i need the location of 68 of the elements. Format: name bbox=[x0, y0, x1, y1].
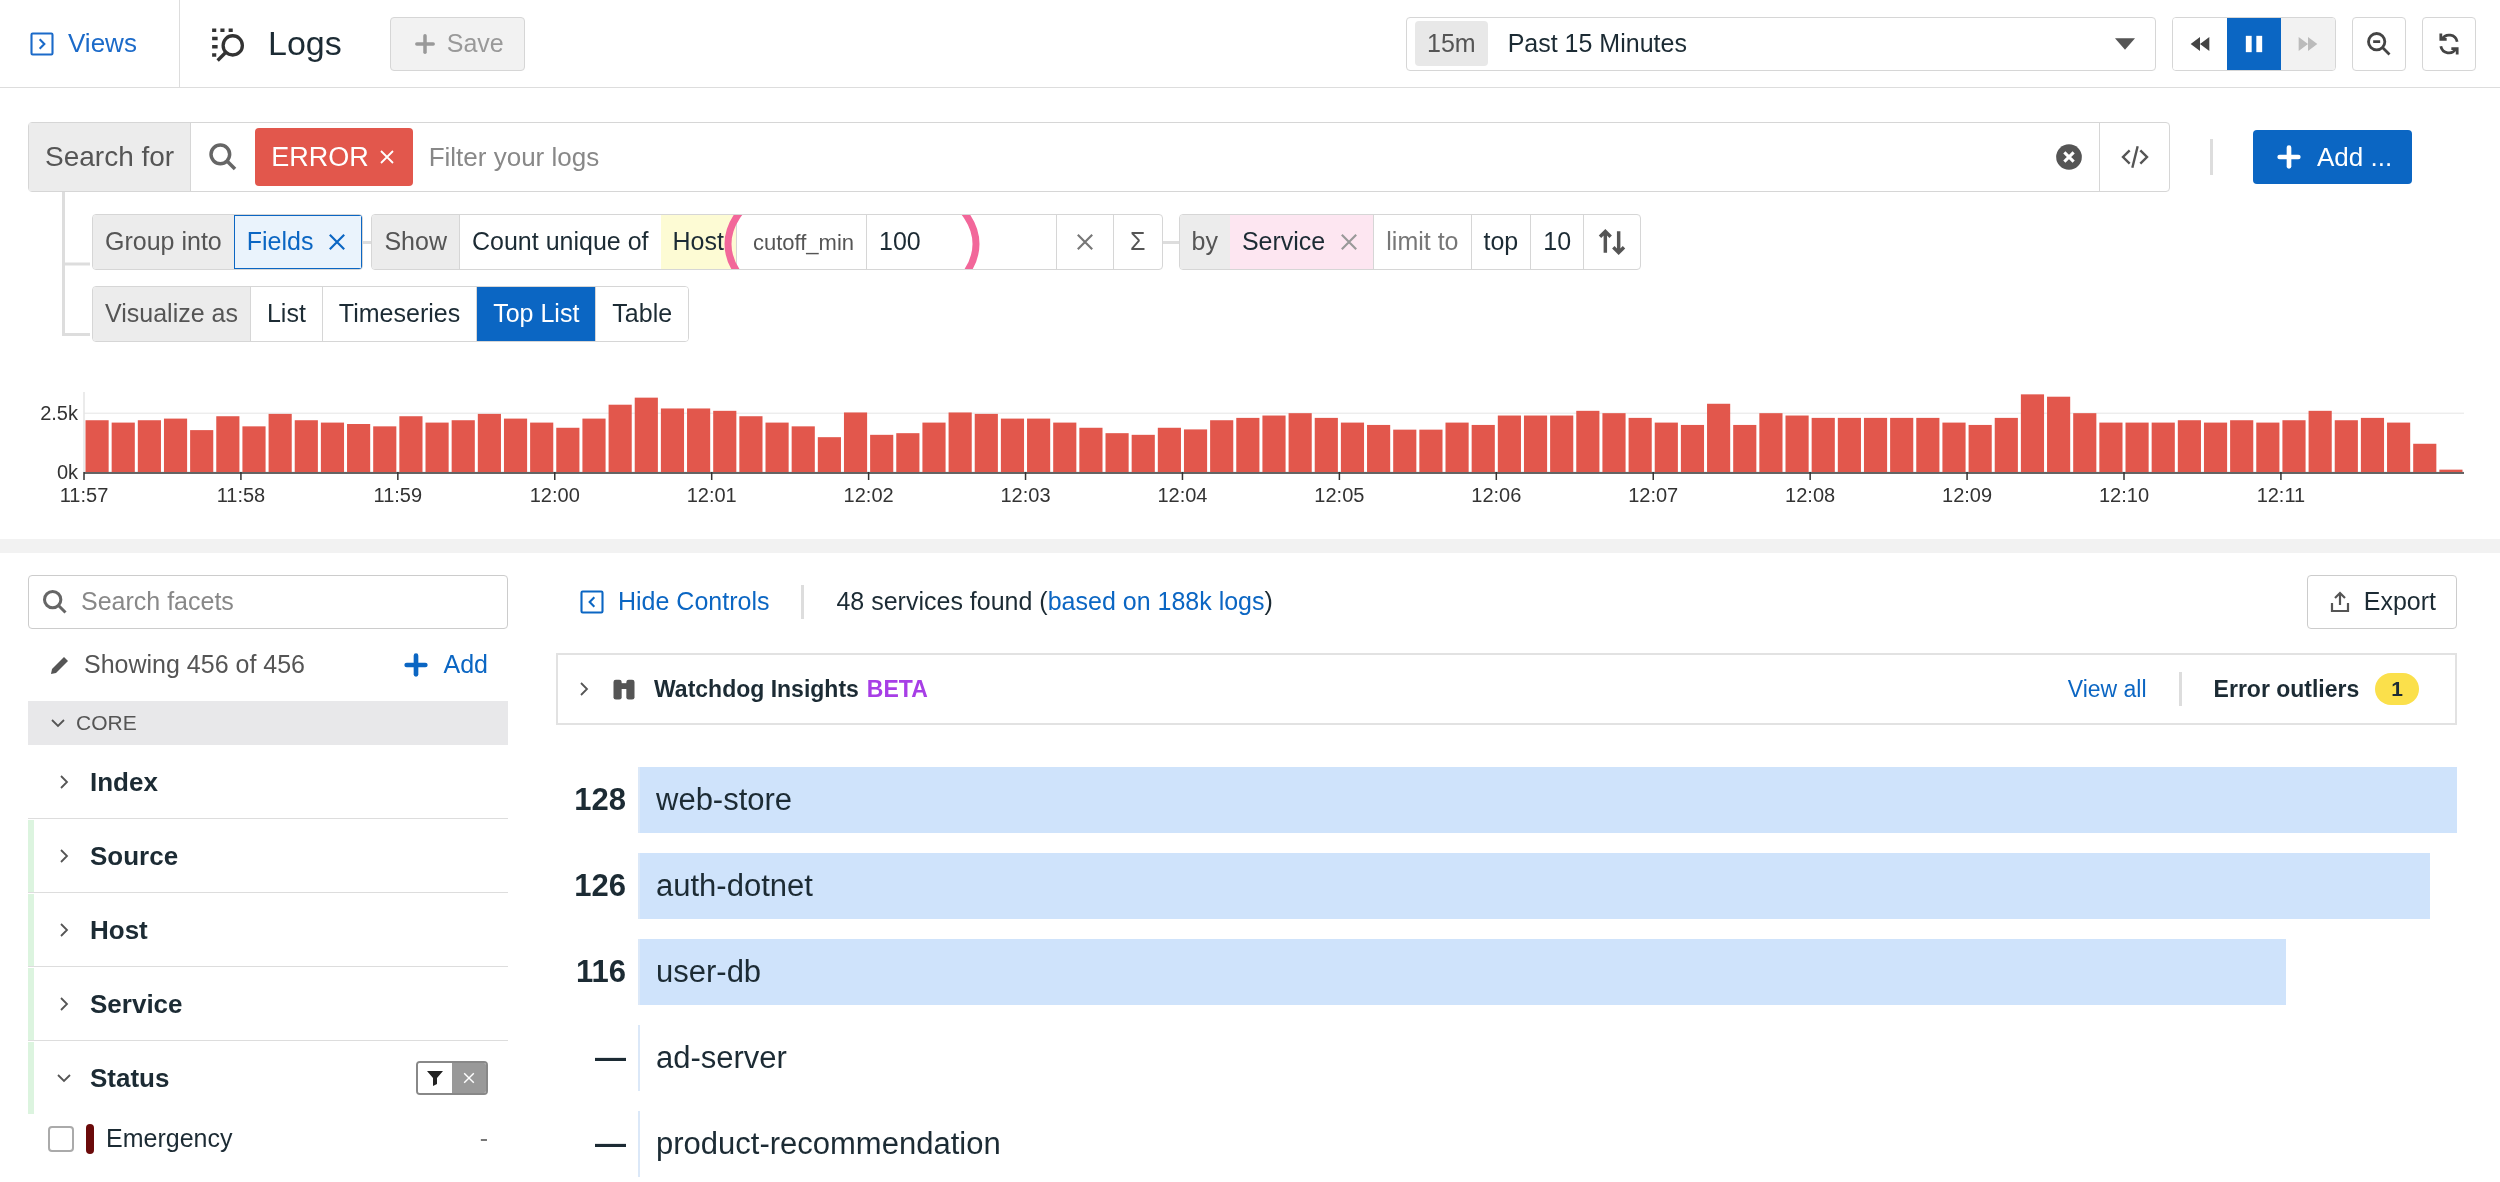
x-axis-label: 12:07 bbox=[1628, 484, 1679, 506]
group-field-tag[interactable]: Fields bbox=[233, 215, 363, 269]
watchdog-panel[interactable]: Watchdog Insights BETA View all Error outliers 1 bbox=[556, 653, 2457, 725]
x-axis-label: 12:01 bbox=[686, 484, 737, 506]
outliers-count-badge: 1 bbox=[2375, 673, 2419, 705]
x-axis-label: 12:11 bbox=[2256, 484, 2306, 506]
toplist-label: user-db bbox=[656, 952, 762, 991]
x-axis-label: 12:05 bbox=[1314, 484, 1365, 506]
x-axis-label: 12:06 bbox=[1471, 484, 1522, 506]
views-link[interactable]: Views bbox=[68, 24, 137, 63]
facet-section-header[interactable]: CORE bbox=[28, 701, 508, 745]
time-range-dropdown[interactable]: 15m Past 15 Minutes bbox=[1406, 16, 2156, 71]
limit-label: limit to bbox=[1374, 215, 1472, 269]
facet-row[interactable]: Status bbox=[28, 1042, 508, 1114]
by-field-tag[interactable]: Service bbox=[1229, 215, 1375, 269]
add-facet-button[interactable]: Add bbox=[399, 646, 488, 684]
x-axis-label: 12:10 bbox=[2098, 484, 2150, 506]
y-axis-label: 2.5k bbox=[40, 402, 78, 425]
group-label: Group into bbox=[93, 215, 234, 269]
toplist-label: ad-server bbox=[656, 1038, 787, 1077]
page-title: Logs bbox=[268, 23, 342, 64]
toplist-value: 126 bbox=[573, 866, 627, 905]
limit-value-field[interactable]: 10 bbox=[1531, 215, 1585, 269]
x-axis-label: 12:08 bbox=[1785, 484, 1836, 506]
x-axis-label: 11:59 bbox=[373, 484, 423, 506]
x-axis-label: 11:57 bbox=[59, 484, 109, 506]
toplist-value: — bbox=[594, 1124, 627, 1163]
facet-row[interactable]: Source bbox=[28, 820, 508, 892]
time-range-label: Past 15 Minutes bbox=[1507, 27, 1687, 59]
by-label: by bbox=[1179, 215, 1230, 269]
logs-count-link[interactable]: based on 188k logs bbox=[1047, 587, 1265, 616]
toplist-value: — bbox=[594, 1038, 627, 1077]
beta-label: BETA bbox=[866, 674, 928, 704]
x-axis-label: 12:09 bbox=[1942, 484, 1993, 506]
results-summary: 48 services found (based on 188k logs) bbox=[836, 586, 1273, 618]
toplist-label: auth-dotnet bbox=[656, 866, 813, 905]
search-label: Search for bbox=[29, 123, 192, 191]
visualize-label: Visualize as bbox=[93, 287, 250, 341]
y-axis-label: 0k bbox=[56, 461, 78, 483]
export-button[interactable]: Export bbox=[2306, 575, 2457, 629]
facet-count: Showing 456 of 456 bbox=[84, 649, 305, 681]
facet-row[interactable]: Index bbox=[28, 746, 508, 818]
facet-search-input[interactable]: Search facets bbox=[81, 583, 495, 621]
outliers-label: Error outliers bbox=[2213, 674, 2360, 704]
x-axis-label: 12:04 bbox=[1157, 484, 1208, 506]
limit-mode-select[interactable]: top bbox=[1471, 215, 1532, 269]
x-axis-label: 12:03 bbox=[1000, 484, 1051, 506]
search-field[interactable]: Search for ERROR Filter your logs bbox=[28, 122, 2170, 192]
watchdog-title: Watchdog Insights bbox=[654, 674, 859, 704]
facet-value-label: Emergency bbox=[106, 1123, 233, 1155]
add-button[interactable]: Add ... bbox=[2253, 130, 2413, 184]
facet-row[interactable]: Service bbox=[28, 968, 508, 1040]
facet-row[interactable]: Host bbox=[28, 894, 508, 966]
time-badge: 15m bbox=[1415, 20, 1488, 67]
visualize-tab[interactable]: Table bbox=[595, 287, 689, 341]
query-tag[interactable]: ERROR bbox=[255, 128, 413, 186]
visualize-tab[interactable]: Top List bbox=[476, 287, 596, 341]
x-axis-label: 12:02 bbox=[843, 484, 894, 506]
facet-value-count: - bbox=[479, 1123, 488, 1155]
toplist-value: 128 bbox=[573, 780, 627, 819]
toplist-label: product-recommendation bbox=[656, 1124, 1001, 1163]
toplist-value: 116 bbox=[575, 952, 627, 991]
toplist-label: web-store bbox=[656, 780, 793, 819]
x-axis-label: 11:58 bbox=[216, 484, 266, 506]
x-axis-label: 12:00 bbox=[529, 484, 580, 506]
view-all-link[interactable]: View all bbox=[2067, 671, 2147, 707]
facet-search-field[interactable]: Search facets bbox=[28, 575, 508, 629]
hide-controls-button[interactable]: Hide Controls bbox=[578, 583, 770, 621]
